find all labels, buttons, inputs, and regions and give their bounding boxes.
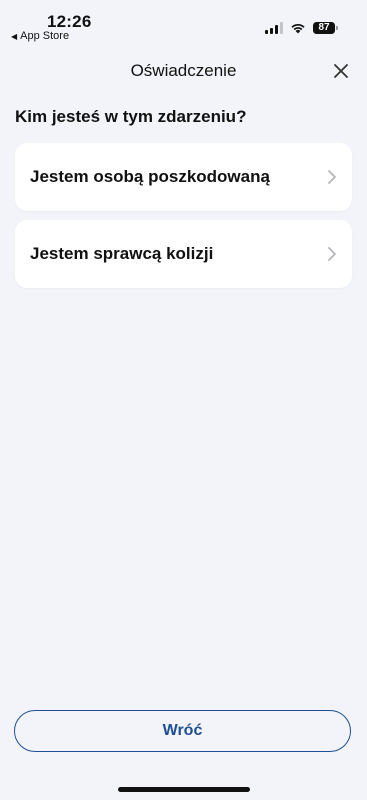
status-indicators: 87 [265, 22, 338, 34]
status-bar: 12:26 ◀ App Store 87 [0, 0, 367, 44]
battery-icon: 87 [313, 22, 338, 34]
wifi-icon [291, 23, 305, 34]
close-icon [334, 64, 348, 78]
back-app-label: App Store [20, 30, 70, 42]
question-heading: Kim jesteś w tym zdarzeniu? [15, 107, 247, 126]
back-to-app-link[interactable]: ◀ App Store [11, 30, 69, 42]
back-button-label: Wróć [162, 722, 203, 739]
home-indicator [118, 787, 250, 792]
page-title: Oświadczenie [130, 61, 237, 80]
signal-icon [265, 22, 283, 34]
status-time: 12:26 [47, 12, 92, 31]
option-label: Jestem sprawcą kolizji [30, 244, 214, 263]
nav-bar: Oświadczenie [0, 55, 367, 89]
back-triangle-icon: ◀ [11, 31, 18, 41]
option-injured-party[interactable]: Jestem osobą poszkodowaną [15, 143, 352, 211]
chevron-right-icon [328, 247, 336, 261]
chevron-right-icon [328, 170, 336, 184]
option-perpetrator[interactable]: Jestem sprawcą kolizji [15, 220, 352, 288]
option-label: Jestem osobą poszkodowaną [30, 167, 270, 186]
close-button[interactable] [331, 61, 351, 81]
back-button[interactable]: Wróć [14, 710, 351, 752]
